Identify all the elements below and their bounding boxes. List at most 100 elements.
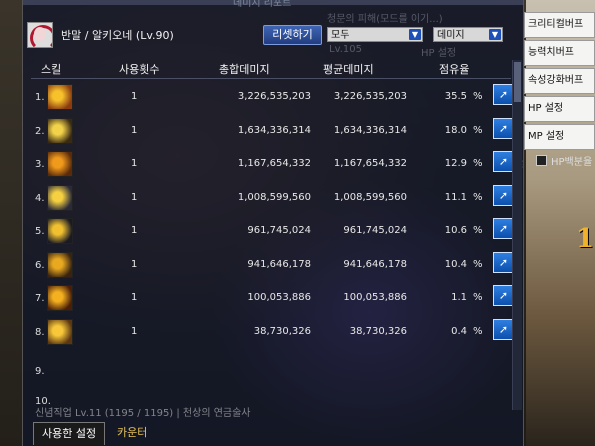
percent-sign: %	[473, 124, 483, 136]
table-scrollbar[interactable]	[512, 60, 522, 410]
ghost-top-text: 청문의 피해(모드를 이기...)	[327, 14, 443, 25]
table-row: 1. 1 3,226,535,203 3,226,535,203 35.5% ➚	[23, 80, 523, 112]
share-percent: 12.9	[444, 158, 467, 169]
checkbox-box[interactable]	[536, 155, 547, 166]
row-number: 8.	[35, 326, 45, 338]
use-count: 1	[131, 325, 138, 337]
avatar-face	[34, 27, 46, 41]
filter-select[interactable]: 모두 ▼	[327, 27, 423, 42]
header-divider	[31, 78, 511, 79]
percent-sign: %	[473, 158, 483, 169]
row-number: 7.	[35, 293, 45, 304]
share-icon[interactable]: ➚	[493, 285, 514, 306]
skill-icon	[47, 84, 73, 110]
filter-select-value: 모두	[331, 30, 350, 41]
use-count: 1	[131, 258, 138, 270]
average-damage: 941,646,178	[343, 258, 407, 270]
ghost-level-text: Lv.105	[329, 44, 362, 55]
window-title-ghost: 데미지 리포트	[233, 0, 292, 9]
combo-number: 1	[576, 224, 595, 254]
share-percent: 10.4	[444, 258, 467, 270]
scrollbar-thumb[interactable]	[514, 62, 521, 102]
table-row: 2. 1 1,634,336,314 1,634,336,314 18.0% ➚	[23, 114, 523, 146]
column-header-share: 점유율	[439, 63, 470, 76]
buff-menu-item-hp[interactable]: HP 설정	[524, 96, 595, 122]
row-number-9: 9.	[35, 366, 45, 377]
share-icon[interactable]: ➚	[493, 117, 514, 139]
share-icon[interactable]: ➚	[493, 318, 514, 340]
use-count: 1	[131, 191, 138, 203]
share-percent: 10.6	[444, 225, 467, 236]
skill-icon	[47, 184, 73, 211]
buff-menu-item-element[interactable]: 속성강화버프	[524, 68, 595, 94]
tab-counter[interactable]: 카운터	[109, 422, 155, 444]
skill-icon	[47, 218, 73, 244]
use-count: 1	[131, 158, 138, 169]
row-number: 2.	[35, 125, 45, 137]
status-ghost-text: 신념직업 Lv.11 (1195 / 1195) | 천상의 연금술사	[35, 408, 251, 419]
column-header-average: 평균데미지	[323, 63, 374, 76]
use-count: 1	[131, 124, 138, 136]
buff-menu-item-stat[interactable]: 능력치버프	[524, 40, 595, 66]
percent-sign: %	[473, 325, 483, 337]
share-icon[interactable]: ➚	[493, 218, 514, 239]
percent-sign: %	[473, 91, 483, 102]
ghost-hp-text: HP 설정	[421, 48, 457, 59]
buff-menu-item-mp[interactable]: MP 설정	[524, 124, 595, 150]
use-count: 1	[131, 91, 138, 102]
column-header-skill: 스킬	[41, 63, 62, 76]
average-damage: 1,008,599,560	[333, 191, 407, 203]
share-percent: 18.0	[444, 124, 467, 136]
character-name: 반말 / 알키오네 (Lv.90)	[61, 29, 174, 42]
reset-button[interactable]: 리셋하기	[263, 25, 322, 45]
character-avatar	[27, 22, 53, 48]
share-icon[interactable]: ➚	[493, 184, 514, 206]
row-number: 1.	[35, 92, 45, 103]
use-count: 1	[131, 225, 138, 236]
percent-sign: %	[473, 292, 483, 303]
buff-menu-item-critical[interactable]: 크리티컬버프	[524, 12, 595, 38]
table-row: 8. 1 38,730,326 38,730,326 0.4% ➚	[23, 315, 523, 347]
percent-sign: %	[473, 191, 483, 203]
hp-percent-label: HP백분율	[551, 157, 593, 168]
average-damage: 1,167,654,332	[333, 158, 407, 169]
column-header-total: 총합데미지	[219, 63, 270, 76]
share-icon[interactable]: ➚	[493, 151, 514, 172]
row-number: 3.	[35, 159, 45, 170]
row-number: 4.	[35, 192, 45, 204]
sort-select-value: 데미지	[437, 30, 465, 41]
row-number: 6.	[35, 259, 45, 271]
tab-used-settings[interactable]: 사용한 설정	[33, 422, 106, 445]
skill-icon	[47, 285, 73, 311]
table-row: 4. 1 1,008,599,560 1,008,599,560 11.1% ➚	[23, 181, 523, 213]
table-row: 5. 1 961,745,024 961,745,024 10.6% ➚	[23, 214, 523, 246]
hp-percent-checkbox[interactable]: HP백분율	[536, 153, 592, 168]
share-percent: 1.1	[451, 292, 467, 303]
skill-icon	[47, 117, 73, 144]
chevron-down-icon[interactable]: ▼	[409, 29, 421, 40]
sort-select[interactable]: 데미지 ▼	[433, 27, 503, 42]
average-damage: 100,053,886	[343, 292, 407, 303]
row-number: 5.	[35, 226, 45, 237]
column-header-count: 사용횟수	[119, 63, 160, 76]
skill-icon	[47, 151, 73, 177]
buff-menu: 크리티컬버프 능력치버프 속성강화버프 HP 설정 MP 설정	[524, 12, 595, 152]
chevron-down-icon[interactable]: ▼	[489, 29, 501, 40]
average-damage: 961,745,024	[343, 225, 407, 236]
use-count: 1	[131, 292, 138, 303]
table-row: 3. 1 1,167,654,332 1,167,654,332 12.9% ➚	[23, 147, 523, 179]
share-percent: 0.4	[451, 325, 467, 337]
table-row: 7. 1 100,053,886 100,053,886 1.1% ➚	[23, 281, 523, 313]
share-icon[interactable]: ➚	[493, 84, 514, 105]
share-percent: 11.1	[444, 191, 467, 203]
damage-report-window: 데미지 리포트 반말 / 알키오네 (Lv.90) 청문의 피해(모드를 이기.…	[22, 0, 524, 446]
average-damage: 38,730,326	[349, 325, 407, 337]
percent-sign: %	[473, 258, 483, 270]
skill-icon	[47, 251, 73, 278]
share-percent: 35.5	[444, 91, 467, 102]
percent-sign: %	[473, 225, 483, 236]
share-icon[interactable]: ➚	[493, 251, 514, 273]
table-row: 6. 1 941,646,178 941,646,178 10.4% ➚	[23, 248, 523, 280]
game-background-left	[0, 0, 22, 446]
average-damage: 3,226,535,203	[333, 91, 407, 102]
